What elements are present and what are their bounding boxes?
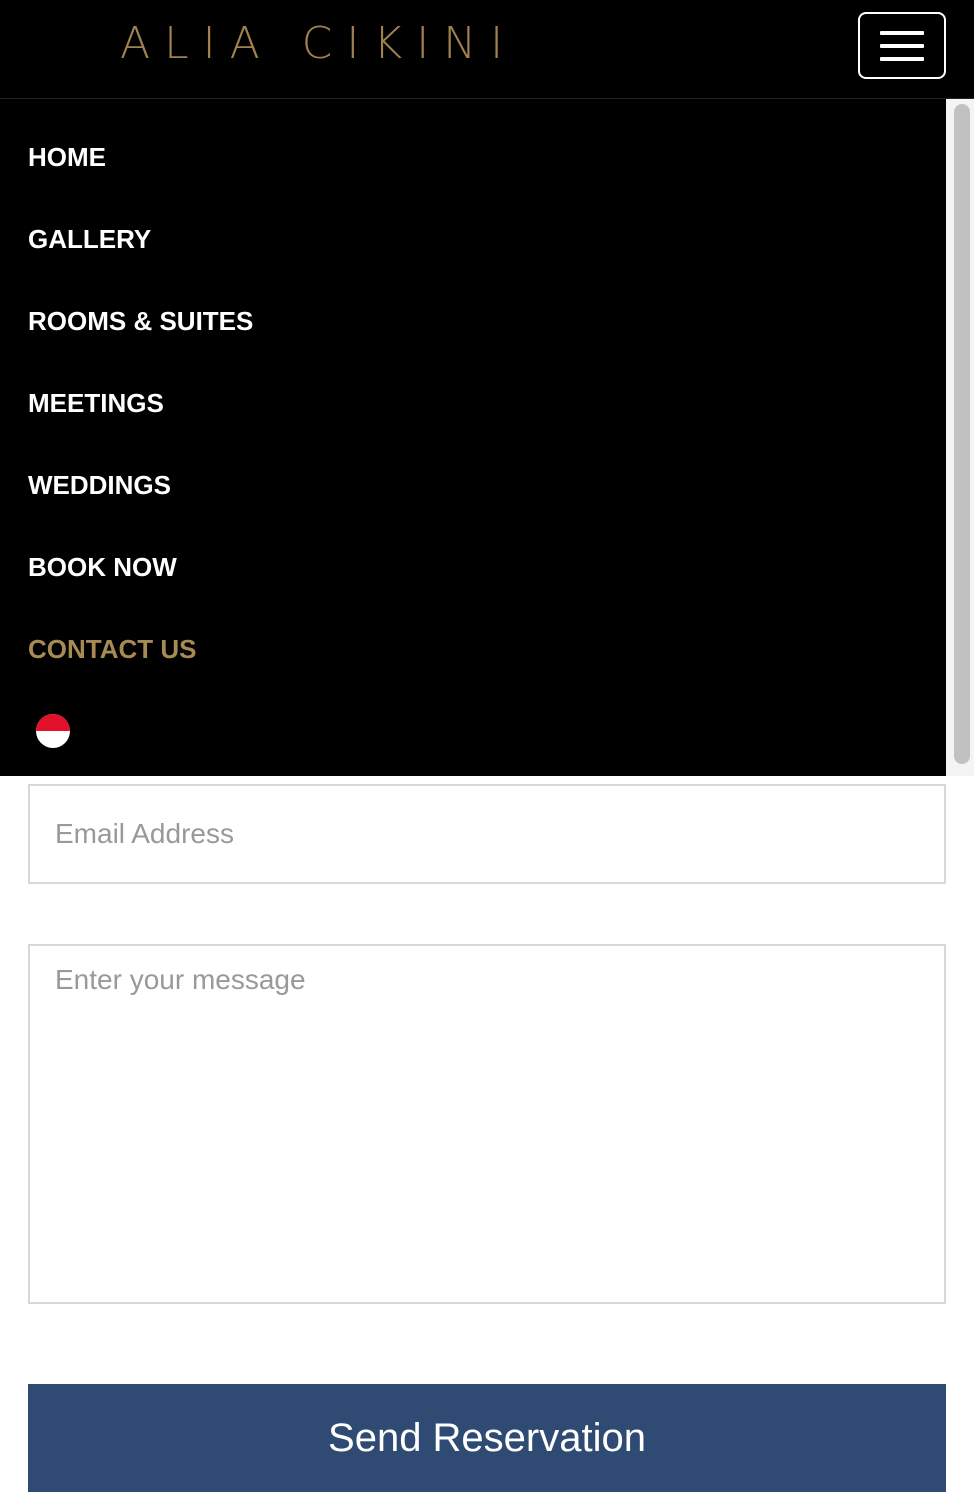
menu-scrollbar-thumb[interactable]: [954, 104, 970, 764]
menu-toggle-button[interactable]: [858, 12, 946, 79]
page: ALIA CIKINI HOME GALLERY ROOMS & SUITES …: [0, 0, 974, 1492]
flag-red-stripe: [36, 714, 70, 731]
nav-item-gallery[interactable]: GALLERY: [28, 223, 151, 255]
send-reservation-button[interactable]: Send Reservation: [28, 1384, 946, 1492]
nav-item-contact-us[interactable]: CONTACT US: [28, 633, 197, 665]
nav-item-book-now[interactable]: BOOK NOW: [28, 551, 177, 583]
nav-item-rooms-suites[interactable]: ROOMS & SUITES: [28, 305, 253, 337]
site-logo[interactable]: ALIA CIKINI: [120, 18, 517, 70]
nav-item-weddings[interactable]: WEDDINGS: [28, 469, 171, 501]
nav-item-meetings[interactable]: MEETINGS: [28, 387, 164, 419]
message-field[interactable]: [28, 944, 946, 1304]
email-field[interactable]: [28, 784, 946, 884]
main-navigation-menu: HOME GALLERY ROOMS & SUITES MEETINGS WED…: [0, 99, 946, 776]
nav-item-home[interactable]: HOME: [28, 141, 106, 173]
site-header: ALIA CIKINI: [0, 0, 974, 99]
indonesia-flag-icon[interactable]: [36, 714, 70, 748]
